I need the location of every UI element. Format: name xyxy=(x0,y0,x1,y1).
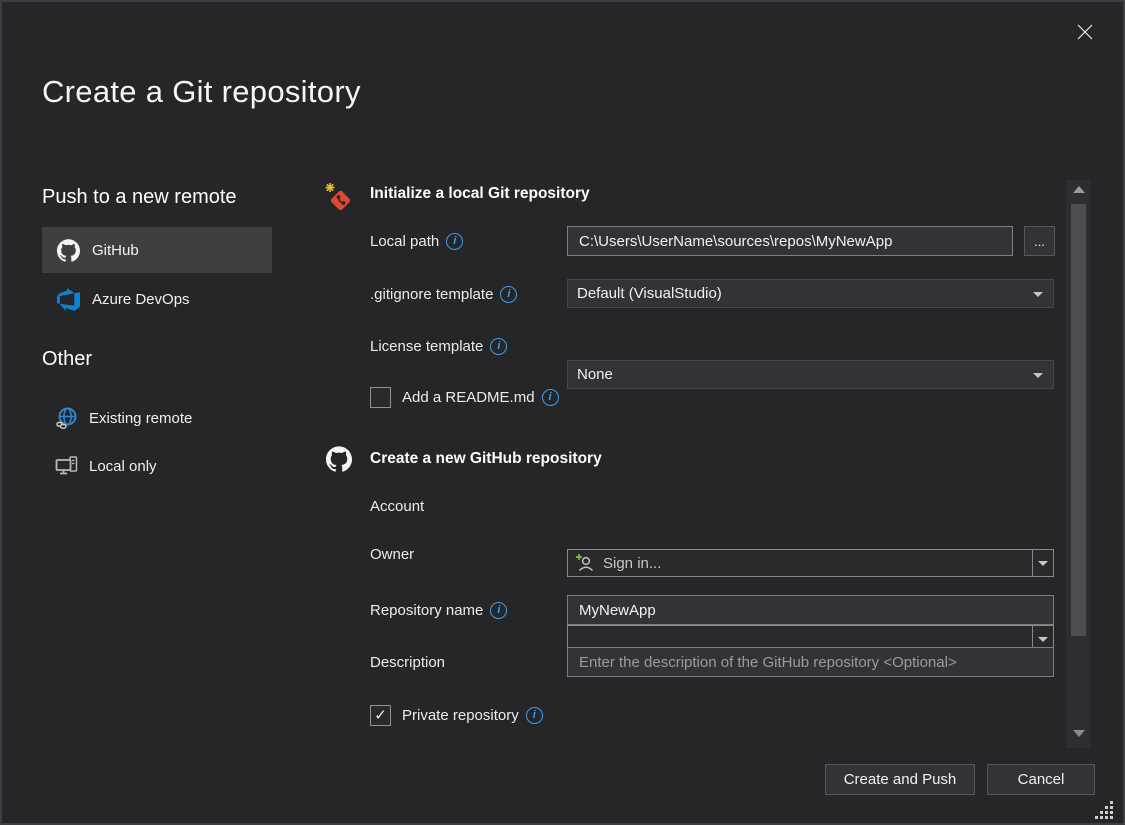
main-panel: Initialize a local Git repository Local … xyxy=(324,182,1058,762)
account-row: Account xyxy=(370,491,424,521)
git-init-icon xyxy=(324,182,356,214)
private-repo-label: Private repository xyxy=(402,707,519,724)
chevron-down-icon xyxy=(1033,292,1043,297)
sidebar-item-label: Existing remote xyxy=(89,410,192,427)
init-section-header: Initialize a local Git repository xyxy=(324,182,356,214)
browse-button[interactable]: ... xyxy=(1024,226,1055,256)
sidebar-item-azure-devops[interactable]: Azure DevOps xyxy=(42,276,272,322)
sidebar-item-label: GitHub xyxy=(92,242,139,259)
account-value: Sign in... xyxy=(603,555,661,572)
vertical-scrollbar[interactable] xyxy=(1066,180,1091,748)
close-button[interactable] xyxy=(1069,16,1101,48)
triangle-down-icon xyxy=(1073,730,1085,737)
info-icon[interactable]: i xyxy=(500,286,517,303)
close-icon xyxy=(1075,22,1095,42)
other-section-heading: Other xyxy=(42,348,92,371)
description-label: Description xyxy=(370,654,445,671)
scrollbar-thumb[interactable] xyxy=(1071,204,1086,636)
create-git-repository-dialog: Create a Git repository Push to a new re… xyxy=(0,0,1125,825)
readme-row: Add a README.md i xyxy=(370,382,559,412)
github-icon xyxy=(57,239,80,262)
cancel-button[interactable]: Cancel xyxy=(987,764,1095,795)
readme-checkbox[interactable] xyxy=(370,387,391,408)
page-title: Create a Git repository xyxy=(42,74,361,110)
add-user-icon xyxy=(575,553,595,573)
sidebar-item-local-only[interactable]: Local only xyxy=(42,446,272,486)
info-icon[interactable]: i xyxy=(526,707,543,724)
chevron-down-icon xyxy=(1038,561,1048,566)
info-icon[interactable]: i xyxy=(490,602,507,619)
account-dropdown-button[interactable] xyxy=(1032,550,1053,576)
info-icon[interactable]: i xyxy=(490,338,507,355)
private-repo-checkbox[interactable]: ✓ xyxy=(370,705,391,726)
push-section-heading: Push to a new remote xyxy=(42,186,237,209)
sidebar-item-label: Local only xyxy=(89,458,157,475)
triangle-up-icon xyxy=(1073,186,1085,193)
azure-devops-icon xyxy=(57,288,80,311)
gitignore-selected-value: Default (VisualStudio) xyxy=(577,285,722,302)
local-path-label: Local path xyxy=(370,233,439,250)
sidebar-item-label: Azure DevOps xyxy=(92,291,190,308)
owner-label: Owner xyxy=(370,546,414,563)
description-input[interactable] xyxy=(567,647,1054,677)
readme-label: Add a README.md xyxy=(402,389,535,406)
github-section-header: Create a new GitHub repository xyxy=(324,446,352,472)
gitignore-row: .gitignore template i xyxy=(370,279,517,309)
account-label: Account xyxy=(370,498,424,515)
github-icon xyxy=(326,446,352,472)
description-row: Description xyxy=(370,647,445,677)
gitignore-label: .gitignore template xyxy=(370,286,493,303)
sidebar-item-github[interactable]: GitHub xyxy=(42,227,272,273)
private-repo-row: ✓ Private repository i xyxy=(370,700,543,730)
info-icon[interactable]: i xyxy=(542,389,559,406)
account-combobox[interactable]: Sign in... xyxy=(567,549,1054,577)
chevron-down-icon xyxy=(1033,373,1043,378)
computer-icon xyxy=(55,454,79,478)
chevron-down-icon xyxy=(1038,637,1048,642)
globe-link-icon xyxy=(55,406,79,430)
license-label: License template xyxy=(370,338,483,355)
license-selected-value: None xyxy=(577,366,613,383)
init-section-title: Initialize a local Git repository xyxy=(370,185,590,203)
info-icon[interactable]: i xyxy=(446,233,463,250)
owner-row: Owner xyxy=(370,539,414,569)
repo-name-input[interactable] xyxy=(567,595,1054,625)
repo-name-row: Repository name i xyxy=(370,595,507,625)
create-and-push-button[interactable]: Create and Push xyxy=(825,764,975,795)
repo-name-label: Repository name xyxy=(370,602,483,619)
license-dropdown[interactable]: None xyxy=(567,360,1054,389)
license-row: License template i xyxy=(370,331,507,361)
local-path-row: Local path i xyxy=(370,226,463,256)
resize-grip[interactable] xyxy=(1095,795,1119,819)
gitignore-dropdown[interactable]: Default (VisualStudio) xyxy=(567,279,1054,308)
scroll-up-button[interactable] xyxy=(1066,180,1091,198)
github-section-title: Create a new GitHub repository xyxy=(370,450,602,468)
sidebar-item-existing-remote[interactable]: Existing remote xyxy=(42,398,272,438)
scroll-down-button[interactable] xyxy=(1066,724,1091,742)
local-path-input[interactable] xyxy=(567,226,1013,256)
